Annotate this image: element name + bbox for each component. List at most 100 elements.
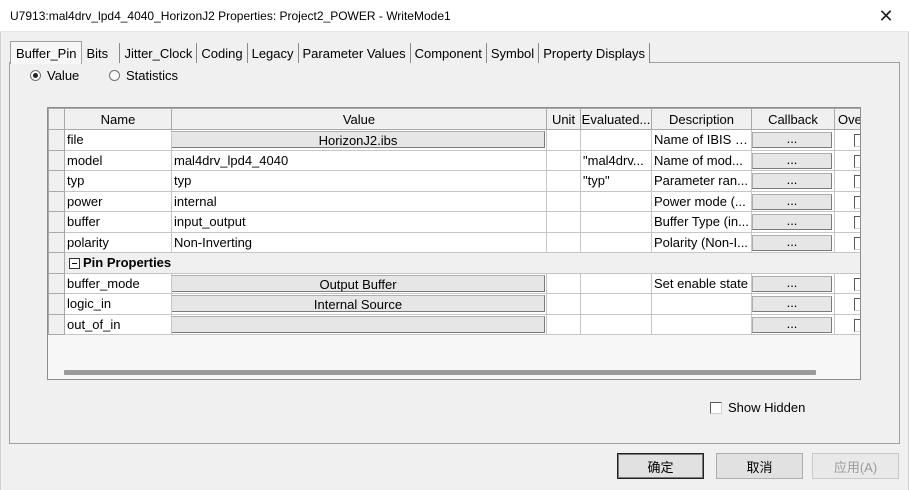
- row-header[interactable]: [48, 293, 65, 315]
- callback-cell[interactable]: ...: [751, 129, 835, 151]
- table-row[interactable]: file HorizonJ2.ibs Name of IBIS fi......: [48, 129, 860, 151]
- row-header[interactable]: [48, 231, 65, 253]
- property-unit[interactable]: [546, 313, 581, 335]
- override-checkbox[interactable]: [854, 318, 860, 332]
- row-header[interactable]: [48, 272, 65, 294]
- tab-legacy[interactable]: Legacy: [247, 43, 299, 63]
- tab-buffer-pin[interactable]: Buffer_Pin: [10, 41, 83, 64]
- override-cell[interactable]: [834, 149, 860, 171]
- column-header-override[interactable]: Over: [834, 108, 860, 130]
- radio-statistics[interactable]: Statistics: [109, 68, 178, 83]
- callback-button[interactable]: ...: [752, 316, 832, 333]
- table-row[interactable]: buffer input_output Buffer Type (in......: [48, 211, 860, 233]
- callback-cell[interactable]: ...: [751, 231, 835, 253]
- override-cell[interactable]: [834, 211, 860, 233]
- property-value-cell[interactable]: [171, 313, 547, 335]
- property-unit[interactable]: [546, 129, 581, 151]
- tab-coding[interactable]: Coding: [197, 43, 248, 63]
- table-row[interactable]: out_of_in...: [48, 313, 860, 335]
- table-row[interactable]: polarity Non-Inverting Polarity (Non-I....…: [48, 231, 860, 253]
- radio-value-indicator[interactable]: [30, 70, 41, 81]
- callback-cell[interactable]: ...: [751, 149, 835, 171]
- show-hidden-checkbox[interactable]: Show Hidden: [710, 400, 805, 415]
- override-checkbox[interactable]: [854, 134, 860, 148]
- callback-button[interactable]: ...: [752, 152, 832, 169]
- column-header-description[interactable]: Description: [651, 108, 752, 130]
- override-checkbox[interactable]: [854, 298, 860, 312]
- row-header[interactable]: [48, 313, 65, 335]
- apply-button[interactable]: 应用(A): [812, 453, 899, 479]
- value-button[interactable]: [172, 315, 545, 333]
- override-cell[interactable]: [834, 129, 860, 151]
- show-hidden-box[interactable]: [710, 401, 722, 414]
- property-unit[interactable]: [546, 211, 581, 233]
- override-cell[interactable]: [834, 313, 860, 335]
- override-checkbox[interactable]: [854, 154, 860, 168]
- table-row[interactable]: logic_in Internal Source...: [48, 293, 860, 315]
- column-header-evaluated[interactable]: Evaluated...: [580, 108, 652, 130]
- category-row[interactable]: Pin Properties: [48, 252, 860, 274]
- override-cell[interactable]: [834, 190, 860, 212]
- tab-property-displays[interactable]: Property Displays: [539, 43, 651, 63]
- radio-value[interactable]: Value: [30, 68, 79, 83]
- override-cell[interactable]: [834, 231, 860, 253]
- table-row[interactable]: model mal4drv_lpd4_4040 "mal4drv... Name of…: [48, 149, 860, 171]
- callback-button[interactable]: ...: [752, 275, 832, 292]
- column-header-value[interactable]: Value: [171, 108, 547, 130]
- row-header[interactable]: [48, 211, 65, 233]
- property-value-cell[interactable]: Internal Source: [171, 293, 547, 315]
- table-row[interactable]: typ typ "typ" Parameter ran......: [48, 170, 860, 192]
- property-value-cell[interactable]: input_output: [171, 211, 547, 233]
- close-icon[interactable]: ✕: [863, 0, 909, 32]
- property-value-cell[interactable]: Output Buffer: [171, 272, 547, 294]
- override-checkbox[interactable]: [854, 236, 860, 250]
- value-button[interactable]: Internal Source: [172, 295, 545, 313]
- row-header[interactable]: [48, 149, 65, 171]
- ok-button[interactable]: 确定: [617, 453, 704, 479]
- value-button[interactable]: Output Buffer: [172, 274, 545, 292]
- property-value-cell[interactable]: typ: [171, 170, 547, 192]
- override-cell[interactable]: [834, 293, 860, 315]
- horizontal-scrollbar[interactable]: [64, 370, 816, 375]
- tab-component[interactable]: Component: [410, 43, 487, 63]
- collapse-icon[interactable]: [69, 258, 80, 270]
- override-cell[interactable]: [834, 272, 860, 294]
- callback-button[interactable]: ...: [752, 214, 832, 231]
- property-unit[interactable]: [546, 272, 581, 294]
- table-row[interactable]: power internal Power mode (......: [48, 190, 860, 212]
- callback-cell[interactable]: ...: [751, 190, 835, 212]
- callback-button[interactable]: ...: [752, 132, 832, 149]
- property-unit[interactable]: [546, 190, 581, 212]
- column-header-unit[interactable]: Unit: [546, 108, 581, 130]
- tab-parameter-values[interactable]: Parameter Values: [298, 43, 411, 63]
- table-row[interactable]: buffer_mode Output Buffer Set enable state…: [48, 272, 860, 294]
- column-header-name[interactable]: Name: [64, 108, 172, 130]
- override-cell[interactable]: [834, 170, 860, 192]
- property-unit[interactable]: [546, 293, 581, 315]
- column-header-callback[interactable]: Callback: [751, 108, 835, 130]
- callback-cell[interactable]: ...: [751, 211, 835, 233]
- callback-button[interactable]: ...: [752, 234, 832, 251]
- property-unit[interactable]: [546, 149, 581, 171]
- property-value-cell[interactable]: mal4drv_lpd4_4040: [171, 149, 547, 171]
- property-unit[interactable]: [546, 231, 581, 253]
- override-checkbox[interactable]: [854, 277, 860, 291]
- row-header[interactable]: [48, 252, 65, 274]
- property-value-cell[interactable]: internal: [171, 190, 547, 212]
- tab-jitter-clock[interactable]: Jitter_Clock: [120, 43, 198, 63]
- tab-symbol[interactable]: Symbol: [486, 43, 540, 63]
- property-unit[interactable]: [546, 170, 581, 192]
- value-button[interactable]: HorizonJ2.ibs: [172, 131, 545, 149]
- callback-cell[interactable]: ...: [751, 313, 835, 335]
- override-checkbox[interactable]: [854, 175, 860, 189]
- callback-cell[interactable]: ...: [751, 170, 835, 192]
- row-header[interactable]: [48, 190, 65, 212]
- property-value-cell[interactable]: HorizonJ2.ibs: [171, 129, 547, 151]
- tab-bits[interactable]: Bits: [82, 43, 121, 63]
- row-header[interactable]: [48, 170, 65, 192]
- callback-button[interactable]: ...: [752, 193, 832, 210]
- property-value-cell[interactable]: Non-Inverting: [171, 231, 547, 253]
- radio-statistics-indicator[interactable]: [109, 70, 120, 81]
- cancel-button[interactable]: 取消: [716, 453, 803, 479]
- row-header[interactable]: [48, 129, 65, 151]
